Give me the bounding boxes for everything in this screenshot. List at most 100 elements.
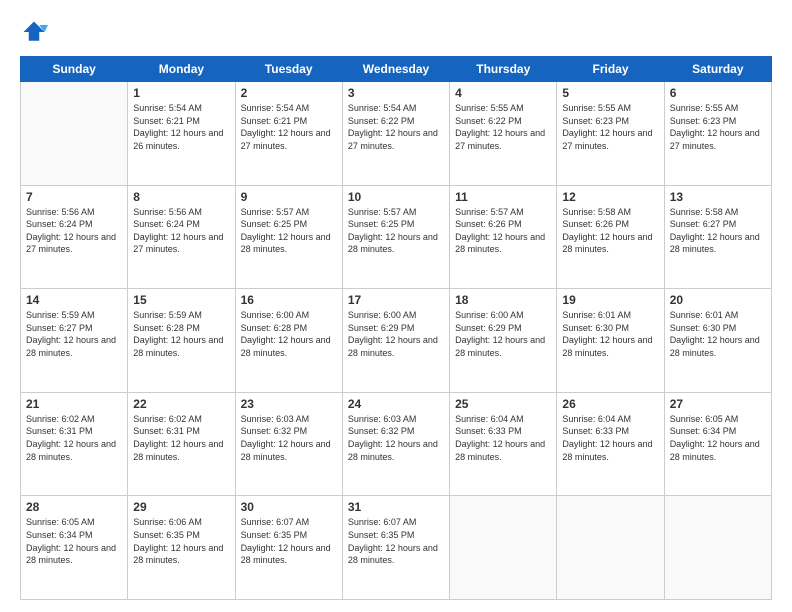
col-monday: Monday bbox=[128, 57, 235, 82]
day-number: 11 bbox=[455, 190, 551, 204]
calendar-week-1: 7 Sunrise: 5:56 AM Sunset: 6:24 PM Daylig… bbox=[21, 185, 772, 289]
day-number: 26 bbox=[562, 397, 658, 411]
col-tuesday: Tuesday bbox=[235, 57, 342, 82]
day-info: Sunrise: 6:06 AM Sunset: 6:35 PM Dayligh… bbox=[133, 516, 229, 566]
day-info: Sunrise: 6:02 AM Sunset: 6:31 PM Dayligh… bbox=[133, 413, 229, 463]
table-row: 4 Sunrise: 5:55 AM Sunset: 6:22 PM Daylig… bbox=[450, 82, 557, 186]
table-row: 27 Sunrise: 6:05 AM Sunset: 6:34 PM Dayli… bbox=[664, 392, 771, 496]
day-info: Sunrise: 6:03 AM Sunset: 6:32 PM Dayligh… bbox=[241, 413, 337, 463]
day-info: Sunrise: 6:03 AM Sunset: 6:32 PM Dayligh… bbox=[348, 413, 444, 463]
day-info: Sunrise: 6:02 AM Sunset: 6:31 PM Dayligh… bbox=[26, 413, 122, 463]
day-number: 28 bbox=[26, 500, 122, 514]
day-number: 18 bbox=[455, 293, 551, 307]
table-row: 29 Sunrise: 6:06 AM Sunset: 6:35 PM Dayli… bbox=[128, 496, 235, 600]
day-number: 20 bbox=[670, 293, 766, 307]
logo bbox=[20, 18, 52, 46]
table-row bbox=[664, 496, 771, 600]
day-number: 16 bbox=[241, 293, 337, 307]
day-info: Sunrise: 6:00 AM Sunset: 6:29 PM Dayligh… bbox=[348, 309, 444, 359]
table-row: 5 Sunrise: 5:55 AM Sunset: 6:23 PM Daylig… bbox=[557, 82, 664, 186]
table-row bbox=[557, 496, 664, 600]
table-row: 31Sunrise: 6:07 AM Sunset: 6:35 PM Dayli… bbox=[342, 496, 449, 600]
page: Sunday Monday Tuesday Wednesday Thursday… bbox=[0, 0, 792, 612]
table-row: 10 Sunrise: 5:57 AM Sunset: 6:25 PM Dayli… bbox=[342, 185, 449, 289]
day-info: Sunrise: 6:00 AM Sunset: 6:29 PM Dayligh… bbox=[455, 309, 551, 359]
day-info: Sunrise: 5:54 AM Sunset: 6:21 PM Dayligh… bbox=[241, 102, 337, 152]
calendar-week-4: 28 Sunrise: 6:05 AM Sunset: 6:34 PM Dayli… bbox=[21, 496, 772, 600]
day-number: 19 bbox=[562, 293, 658, 307]
calendar-table: Sunday Monday Tuesday Wednesday Thursday… bbox=[20, 56, 772, 600]
table-row bbox=[450, 496, 557, 600]
day-info: Sunrise: 5:58 AM Sunset: 6:27 PM Dayligh… bbox=[670, 206, 766, 256]
table-row: 16 Sunrise: 6:00 AM Sunset: 6:28 PM Dayli… bbox=[235, 289, 342, 393]
col-saturday: Saturday bbox=[664, 57, 771, 82]
day-number: 17 bbox=[348, 293, 444, 307]
table-row: 24 Sunrise: 6:03 AM Sunset: 6:32 PM Dayli… bbox=[342, 392, 449, 496]
day-info: Sunrise: 6:05 AM Sunset: 6:34 PM Dayligh… bbox=[670, 413, 766, 463]
day-number: 6 bbox=[670, 86, 766, 100]
day-info: Sunrise: 6:01 AM Sunset: 6:30 PM Dayligh… bbox=[562, 309, 658, 359]
day-info: Sunrise: 6:00 AM Sunset: 6:28 PM Dayligh… bbox=[241, 309, 337, 359]
day-info: Sunrise: 5:55 AM Sunset: 6:22 PM Dayligh… bbox=[455, 102, 551, 152]
day-info: Sunrise: 6:01 AM Sunset: 6:30 PM Dayligh… bbox=[670, 309, 766, 359]
day-number: 4 bbox=[455, 86, 551, 100]
col-thursday: Thursday bbox=[450, 57, 557, 82]
table-row: 1Sunrise: 5:54 AM Sunset: 6:21 PM Daylig… bbox=[128, 82, 235, 186]
day-number: 31 bbox=[348, 500, 444, 514]
day-info: Sunrise: 5:55 AM Sunset: 6:23 PM Dayligh… bbox=[670, 102, 766, 152]
table-row: 6 Sunrise: 5:55 AM Sunset: 6:23 PM Daylig… bbox=[664, 82, 771, 186]
day-number: 15 bbox=[133, 293, 229, 307]
day-number: 13 bbox=[670, 190, 766, 204]
col-sunday: Sunday bbox=[21, 57, 128, 82]
table-row: 8 Sunrise: 5:56 AM Sunset: 6:24 PM Daylig… bbox=[128, 185, 235, 289]
day-number: 22 bbox=[133, 397, 229, 411]
table-row: 11 Sunrise: 5:57 AM Sunset: 6:26 PM Dayli… bbox=[450, 185, 557, 289]
col-friday: Friday bbox=[557, 57, 664, 82]
day-number: 27 bbox=[670, 397, 766, 411]
table-row: 23 Sunrise: 6:03 AM Sunset: 6:32 PM Dayli… bbox=[235, 392, 342, 496]
day-info: Sunrise: 6:04 AM Sunset: 6:33 PM Dayligh… bbox=[562, 413, 658, 463]
table-row: 25 Sunrise: 6:04 AM Sunset: 6:33 PM Dayli… bbox=[450, 392, 557, 496]
day-number: 21 bbox=[26, 397, 122, 411]
day-number: 3 bbox=[348, 86, 444, 100]
table-row: 20 Sunrise: 6:01 AM Sunset: 6:30 PM Dayli… bbox=[664, 289, 771, 393]
day-info: Sunrise: 5:59 AM Sunset: 6:27 PM Dayligh… bbox=[26, 309, 122, 359]
day-number: 24 bbox=[348, 397, 444, 411]
calendar-week-0: 1 Sunrise: 5:54 AM Sunset: 6:21 PM Daylig… bbox=[21, 82, 772, 186]
calendar-week-3: 21 Sunrise: 6:02 AM Sunset: 6:31 PM Dayli… bbox=[21, 392, 772, 496]
day-info: Sunrise: 5:55 AM Sunset: 6:23 PM Dayligh… bbox=[562, 102, 658, 152]
table-row: 14 Sunrise: 5:59 AM Sunset: 6:27 PM Dayli… bbox=[21, 289, 128, 393]
day-info: Sunrise: 5:56 AM Sunset: 6:24 PM Dayligh… bbox=[26, 206, 122, 256]
day-number: 10 bbox=[348, 190, 444, 204]
day-info: Sunrise: 5:57 AM Sunset: 6:25 PM Dayligh… bbox=[241, 206, 337, 256]
day-number: 23 bbox=[241, 397, 337, 411]
table-row: 15Sunrise: 5:59 AM Sunset: 6:28 PM Dayli… bbox=[128, 289, 235, 393]
day-number: 12 bbox=[562, 190, 658, 204]
header-row: Sunday Monday Tuesday Wednesday Thursday… bbox=[21, 57, 772, 82]
day-info: Sunrise: 5:57 AM Sunset: 6:26 PM Dayligh… bbox=[455, 206, 551, 256]
table-row: 19 Sunrise: 6:01 AM Sunset: 6:30 PM Dayli… bbox=[557, 289, 664, 393]
day-number: 30 bbox=[241, 500, 337, 514]
table-row: 3 Sunrise: 5:54 AM Sunset: 6:22 PM Daylig… bbox=[342, 82, 449, 186]
day-number: 1 bbox=[133, 86, 229, 100]
top-section bbox=[20, 18, 772, 46]
day-number: 14 bbox=[26, 293, 122, 307]
day-number: 8 bbox=[133, 190, 229, 204]
day-number: 25 bbox=[455, 397, 551, 411]
table-row: 28 Sunrise: 6:05 AM Sunset: 6:34 PM Dayli… bbox=[21, 496, 128, 600]
day-info: Sunrise: 6:05 AM Sunset: 6:34 PM Dayligh… bbox=[26, 516, 122, 566]
table-row: 13 Sunrise: 5:58 AM Sunset: 6:27 PM Dayli… bbox=[664, 185, 771, 289]
day-number: 29 bbox=[133, 500, 229, 514]
day-info: Sunrise: 5:54 AM Sunset: 6:22 PM Dayligh… bbox=[348, 102, 444, 152]
table-row: 22 Sunrise: 6:02 AM Sunset: 6:31 PM Dayli… bbox=[128, 392, 235, 496]
day-info: Sunrise: 6:07 AM Sunset: 6:35 PM Dayligh… bbox=[241, 516, 337, 566]
day-number: 7 bbox=[26, 190, 122, 204]
day-info: Sunrise: 5:56 AM Sunset: 6:24 PM Dayligh… bbox=[133, 206, 229, 256]
day-number: 2 bbox=[241, 86, 337, 100]
day-info: Sunrise: 5:57 AM Sunset: 6:25 PM Dayligh… bbox=[348, 206, 444, 256]
day-number: 5 bbox=[562, 86, 658, 100]
day-info: Sunrise: 6:04 AM Sunset: 6:33 PM Dayligh… bbox=[455, 413, 551, 463]
logo-icon bbox=[20, 18, 48, 46]
day-info: Sunrise: 5:58 AM Sunset: 6:26 PM Dayligh… bbox=[562, 206, 658, 256]
table-row: 12 Sunrise: 5:58 AM Sunset: 6:26 PM Dayli… bbox=[557, 185, 664, 289]
